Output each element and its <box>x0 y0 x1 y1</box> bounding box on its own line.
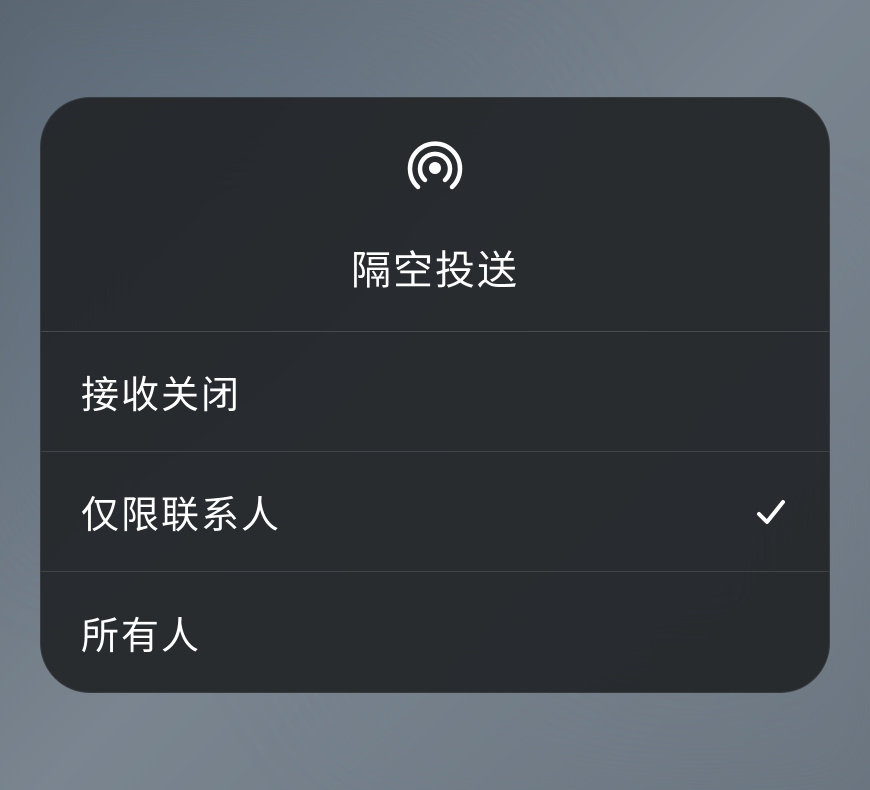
panel-header: 隔空投送 <box>41 98 829 332</box>
panel-title: 隔空投送 <box>351 238 519 296</box>
option-everyone[interactable]: 所有人 <box>41 572 829 692</box>
option-receiving-off[interactable]: 接收关闭 <box>41 332 829 452</box>
option-label: 仅限联系人 <box>81 484 281 539</box>
option-contacts-only[interactable]: 仅限联系人 <box>41 452 829 572</box>
option-label: 所有人 <box>81 605 201 660</box>
airdrop-icon <box>405 138 465 198</box>
checkmark-icon <box>753 494 789 530</box>
airdrop-panel: 隔空投送 接收关闭 仅限联系人 所有人 <box>40 97 830 693</box>
option-label: 接收关闭 <box>81 364 241 419</box>
